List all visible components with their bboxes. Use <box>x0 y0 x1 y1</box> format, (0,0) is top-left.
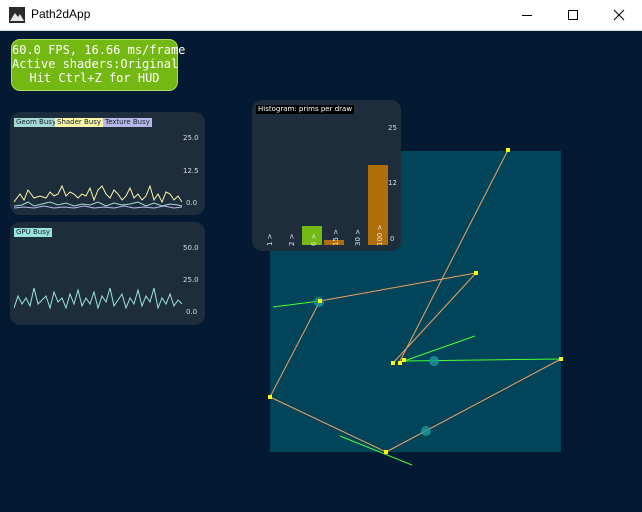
maximize-icon <box>568 10 578 20</box>
histogram-bin-label: 1 > <box>266 233 274 246</box>
gpu-busy-graph <box>14 287 182 310</box>
texture-busy-tag: Texture Busy <box>103 118 152 127</box>
handle-circle <box>429 356 439 366</box>
window-title: Path2dApp <box>31 7 91 21</box>
texture-busy-series <box>14 205 182 209</box>
gpu-busy-tag: GPU Busy <box>14 228 53 237</box>
handle-circle <box>421 426 431 436</box>
shader-busy-series <box>14 184 182 204</box>
gpu-busy-series <box>14 287 182 310</box>
histogram-bars: 1 > 2 > 6 > 15 > 30 > 100 > <box>252 100 401 251</box>
fps-hud: 60.0 FPS, 16.66 ms/frame Active shaders:… <box>11 39 186 91</box>
control-point <box>474 271 478 275</box>
y-tick: 25.0 <box>183 276 199 284</box>
gpu-busy-panel: GPU Busy 50.0 25.0 0.0 <box>10 222 205 325</box>
y-tick: 0.0 <box>186 199 198 207</box>
control-point <box>384 450 388 454</box>
control-point <box>391 361 395 365</box>
geom-busy-series <box>14 201 182 207</box>
geom-busy-graph <box>14 184 182 209</box>
y-tick: 12.5 <box>183 167 199 175</box>
hud-hint: Hit Ctrl+Z for HUD <box>29 71 160 85</box>
geom-shader-texture-panel: Geom Busy Shader Busy Texture Busy 25.0 … <box>10 112 205 215</box>
control-point <box>318 299 322 303</box>
minimize-button[interactable] <box>504 0 550 30</box>
histogram-bin-label: 6 > <box>310 233 318 246</box>
histogram-bin-label: 2 > <box>288 233 296 246</box>
histogram-bin-label: 15 > <box>332 229 340 246</box>
control-point <box>559 357 563 361</box>
histogram-bin-label: 30 > <box>354 229 362 246</box>
control-point <box>402 358 406 362</box>
control-point <box>268 395 272 399</box>
y-tick: 25.0 <box>183 134 199 142</box>
geom-busy-tag: Geom Busy <box>14 118 59 127</box>
maximize-button[interactable] <box>550 0 596 30</box>
shader-busy-tag: Shader Busy <box>55 118 104 127</box>
control-point <box>506 148 510 152</box>
fps-readout: 60.0 FPS, 16.66 ms/frame <box>12 43 186 57</box>
y-tick: 0.0 <box>186 308 198 316</box>
control-point <box>398 361 402 365</box>
close-icon <box>613 9 625 21</box>
title-bar[interactable]: Path2dApp <box>0 0 642 31</box>
close-button[interactable] <box>596 0 642 30</box>
histogram-panel: Histogram: prims per draw 25 12 0 1 >2 >… <box>252 100 401 251</box>
render-viewport[interactable]: 60.0 FPS, 16.66 ms/frame Active shaders:… <box>0 31 642 512</box>
minimize-icon <box>522 15 532 16</box>
active-shaders-readout: Active shaders:Original <box>12 57 179 71</box>
mountain-app-icon <box>9 7 25 23</box>
histogram-bin-label: 100 > <box>376 224 384 246</box>
y-tick: 50.0 <box>183 244 199 252</box>
